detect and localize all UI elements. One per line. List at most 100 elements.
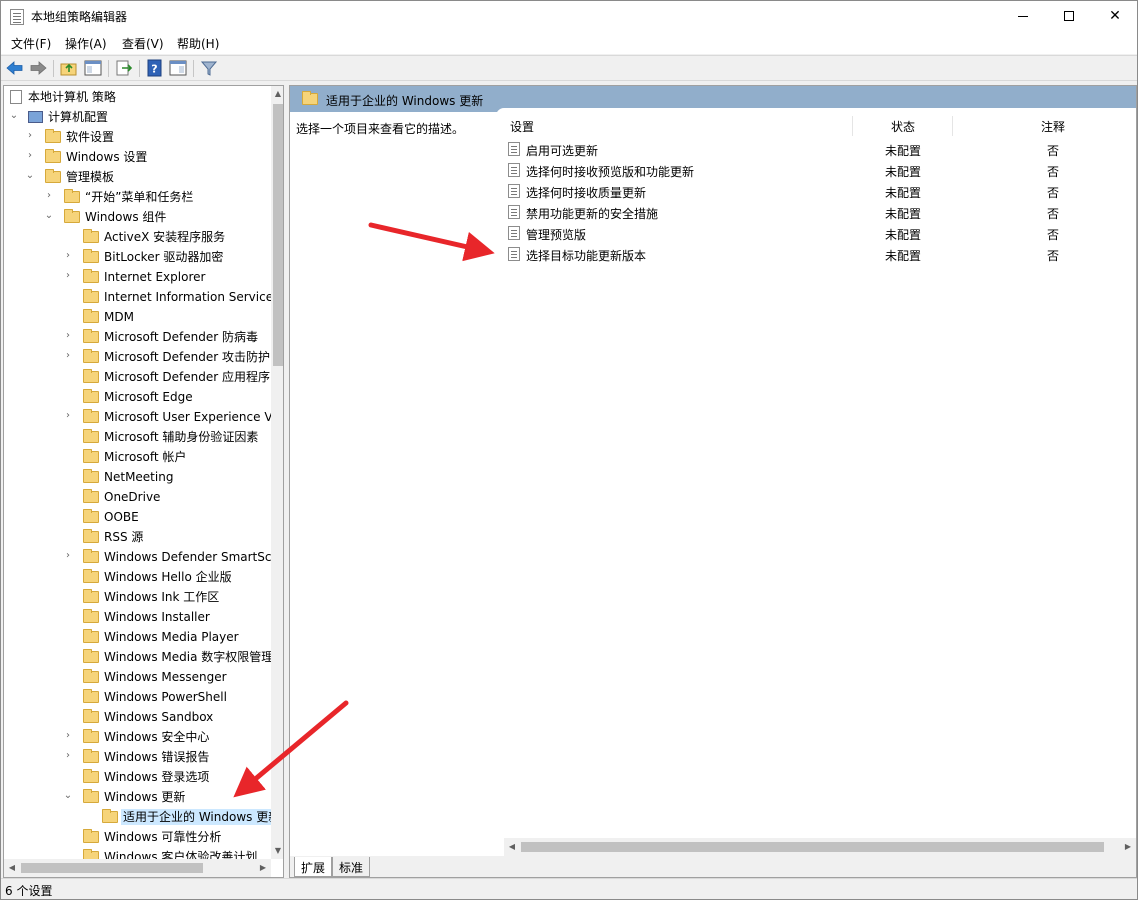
tree-item[interactable]: MDM [4, 307, 272, 327]
export-list-icon[interactable] [114, 59, 134, 77]
chevron-right-icon[interactable]: › [24, 130, 36, 142]
tree-item-computer-config[interactable]: ⌄ 计算机配置 [4, 107, 272, 127]
column-divider[interactable] [952, 116, 953, 136]
chevron-right-icon[interactable]: › [62, 550, 74, 562]
close-button[interactable]: ✕ [1092, 1, 1137, 32]
setting-row[interactable]: 选择何时接收预览版和功能更新 未配置 否 [496, 160, 1136, 181]
column-divider[interactable] [852, 116, 853, 136]
maximize-icon [1064, 11, 1074, 21]
tree-item[interactable]: › 软件设置 [4, 127, 272, 147]
scroll-right-icon[interactable]: ▶ [1120, 838, 1136, 856]
chevron-right-icon[interactable]: › [62, 330, 74, 342]
chevron-right-icon[interactable]: › [62, 410, 74, 422]
setting-row[interactable]: 管理预览版 未配置 否 [496, 223, 1136, 244]
tree-item[interactable]: › BitLocker 驱动器加密 [4, 247, 272, 267]
tree-item[interactable]: Windows PowerShell [4, 687, 272, 707]
tree-item[interactable]: Windows Ink 工作区 [4, 587, 272, 607]
tree-item[interactable]: › Microsoft Defender 攻击防护 [4, 347, 272, 367]
tree-item[interactable]: › Windows 设置 [4, 147, 272, 167]
tree-item[interactable]: › Windows Defender SmartSc [4, 547, 272, 567]
tree-item[interactable]: RSS 源 [4, 527, 272, 547]
folder-icon [83, 769, 99, 783]
tree-item[interactable]: Windows Media Player [4, 627, 272, 647]
chevron-right-icon[interactable]: › [62, 750, 74, 762]
tree-item[interactable]: Microsoft 辅助身份验证因素 [4, 427, 272, 447]
minimize-button[interactable] [1000, 1, 1046, 32]
menu-file[interactable]: 文件(F) [11, 35, 51, 52]
tree-item[interactable]: Microsoft Edge [4, 387, 272, 407]
scroll-left-icon[interactable]: ◀ [504, 838, 520, 856]
tree-item[interactable]: OneDrive [4, 487, 272, 507]
chevron-right-icon[interactable]: › [43, 190, 55, 202]
maximize-button[interactable] [1046, 1, 1092, 32]
tree-item[interactable]: Windows Media 数字权限管理 [4, 647, 273, 667]
tree-item[interactable]: NetMeeting [4, 467, 272, 487]
chevron-right-icon[interactable]: › [62, 730, 74, 742]
scroll-up-icon[interactable]: ▲ [271, 86, 283, 102]
filter-icon[interactable] [199, 59, 219, 77]
setting-row[interactable]: 选择何时接收质量更新 未配置 否 [496, 181, 1136, 202]
tree-item[interactable]: Windows Hello 企业版 [4, 567, 272, 587]
column-header-comment[interactable]: 注释 [1041, 118, 1065, 135]
scrollbar-thumb[interactable] [21, 863, 203, 873]
menu-view[interactable]: 查看(V) [122, 35, 164, 52]
back-icon[interactable] [5, 59, 25, 77]
setting-name: 选择目标功能更新版本 [526, 249, 647, 263]
up-folder-icon[interactable] [59, 59, 79, 77]
scrollbar-thumb[interactable] [521, 842, 1104, 852]
scrollbar-thumb[interactable] [273, 104, 283, 366]
tree-item[interactable]: › Microsoft User Experience V [4, 407, 273, 427]
column-header-state[interactable]: 状态 [891, 118, 915, 135]
setting-row[interactable]: 启用可选更新 未配置 否 [496, 139, 1136, 160]
tree-item[interactable]: › Microsoft Defender 防病毒 [4, 327, 272, 347]
tree-label: Microsoft User Experience V [104, 410, 273, 424]
menu-help[interactable]: 帮助(H) [177, 35, 219, 52]
tree-item[interactable]: ActiveX 安装程序服务 [4, 227, 272, 247]
tree-item[interactable]: Windows Sandbox [4, 707, 272, 727]
chevron-right-icon[interactable]: › [62, 270, 74, 282]
chevron-right-icon[interactable]: › [62, 250, 74, 262]
tree-item[interactable]: 适用于企业的 Windows 更新 [4, 807, 283, 827]
setting-row[interactable]: 禁用功能更新的安全措施 未配置 否 [496, 202, 1136, 223]
tree-item[interactable]: Microsoft 帐户 [4, 447, 272, 467]
tree-item[interactable]: Windows 可靠性分析 [4, 827, 272, 847]
help-icon[interactable]: ? [145, 59, 165, 77]
properties-view-icon[interactable] [168, 59, 188, 77]
setting-state: 未配置 [885, 186, 922, 200]
tree-item[interactable]: › Internet Explorer [4, 267, 272, 287]
tree-item[interactable]: Internet Information Service [4, 287, 273, 307]
tree-item[interactable]: ⌄ 管理模板 [4, 167, 272, 187]
tab-standard[interactable]: 标准 [332, 857, 371, 877]
tree-vertical-scrollbar[interactable]: ▲ ▼ [271, 86, 283, 859]
tree-item-root[interactable]: 本地计算机 策略 [4, 87, 272, 107]
tree-item[interactable]: Windows 登录选项 [4, 767, 272, 787]
scroll-left-icon[interactable]: ◀ [4, 859, 20, 877]
tree-item[interactable]: › Windows 安全中心 [4, 727, 272, 747]
chevron-down-icon[interactable]: ⌄ [8, 110, 20, 122]
chevron-down-icon[interactable]: ⌄ [62, 790, 74, 802]
tree-horizontal-scrollbar[interactable]: ◀ ▶ [4, 859, 271, 877]
tree-item[interactable]: › “开始”菜单和任务栏 [4, 187, 272, 207]
tree-item[interactable]: OOBE [4, 507, 272, 527]
forward-icon[interactable] [28, 59, 48, 77]
tree-item[interactable]: ⌄ Windows 组件 [4, 207, 272, 227]
title-bar[interactable]: 本地组策略编辑器 ✕ [1, 1, 1137, 32]
chevron-down-icon[interactable]: ⌄ [24, 170, 36, 182]
setting-row[interactable]: 选择目标功能更新版本 未配置 否 [496, 244, 1136, 265]
tree-item[interactable]: › Windows 错误报告 [4, 747, 272, 767]
show-hide-tree-icon[interactable] [83, 59, 103, 77]
tab-extended[interactable]: 扩展 [294, 857, 333, 877]
tree-item[interactable]: Windows Installer [4, 607, 272, 627]
tree-item[interactable]: Windows Messenger [4, 667, 272, 687]
tree-item[interactable]: Microsoft Defender 应用程序 [4, 367, 272, 387]
chevron-down-icon[interactable]: ⌄ [43, 210, 55, 222]
tree-item[interactable]: ⌄ Windows 更新 [4, 787, 272, 807]
chevron-right-icon[interactable]: › [62, 350, 74, 362]
scroll-right-icon[interactable]: ▶ [255, 859, 271, 877]
scroll-down-icon[interactable]: ▼ [271, 843, 283, 859]
chevron-right-icon[interactable]: › [24, 150, 36, 162]
menu-action[interactable]: 操作(A) [65, 35, 107, 52]
computer-icon [28, 111, 43, 123]
list-horizontal-scrollbar[interactable]: ◀ ▶ [504, 838, 1136, 856]
column-header-setting[interactable]: 设置 [510, 118, 534, 135]
